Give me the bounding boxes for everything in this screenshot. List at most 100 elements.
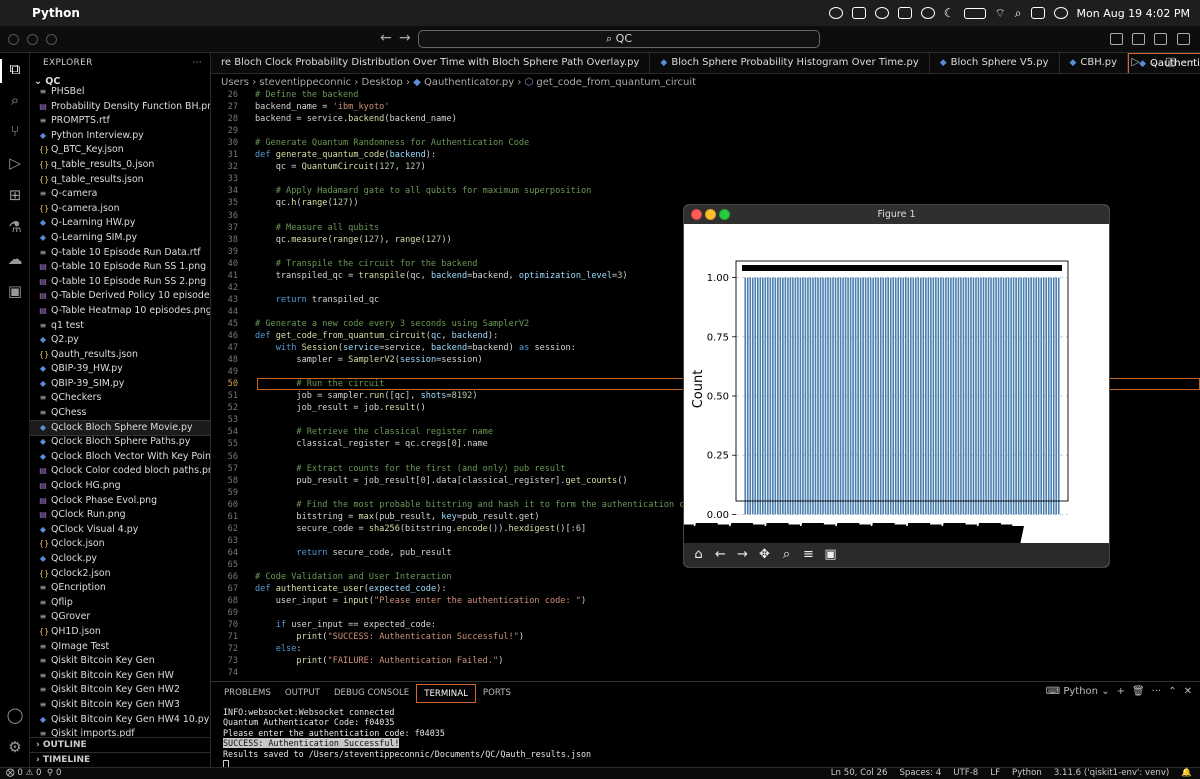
code-line[interactable]: # Run the circuit [255,379,384,389]
code-line[interactable]: sampler = SamplerV2(session=session) [255,355,482,365]
code-line[interactable]: secure_code = sha256(bitstring.encode())… [255,524,586,534]
file-item[interactable]: ≡ QImage Test [30,640,210,655]
toggle-secondary-sidebar-icon[interactable] [1154,33,1167,45]
code-line[interactable]: def get_code_from_quantum_circuit(qc, ba… [255,331,498,341]
outline-section[interactable]: › OUTLINE [30,737,210,752]
terminal-output[interactable]: INFO:websocket:Websocket connected Quantu… [223,707,591,770]
run-options-icon[interactable]: ⌄ [1148,55,1157,68]
file-item[interactable]: ▤ Qclock Color coded bloch paths.png [30,464,210,479]
end-of-line[interactable]: LF [990,768,1000,779]
code-line[interactable]: return secure_code, pub_result [255,548,451,558]
code-line[interactable]: # Transpile the circuit for the backend [255,259,478,269]
file-item[interactable]: ≡ PROMPTS.rtf [30,114,210,129]
code-line[interactable]: user_input = input("Please enter the aut… [255,596,587,606]
panel-tab[interactable]: PROBLEMS [217,684,278,703]
explorer-icon[interactable]: ⧉ [5,59,25,79]
more-icon[interactable]: ··· [1152,686,1162,697]
settings-gear-icon[interactable]: ⚙ [5,737,25,757]
code-line[interactable]: # Define the backend [255,90,358,100]
kill-terminal-icon[interactable]: 🗑 [1132,686,1145,697]
search-icon[interactable]: ⌕ [5,90,25,110]
zoom-window-button[interactable] [46,34,57,45]
cursor-position[interactable]: Ln 50, Col 26 [831,768,888,779]
code-line[interactable]: qc.h(range(127)) [255,198,359,208]
app-menu[interactable]: Python [32,6,80,20]
file-item[interactable]: ▤ Probability Density Function BH.png [30,100,210,115]
file-item[interactable]: {} q_table_results.json [30,173,210,188]
file-item[interactable]: ◆ Qiskit Bitcoin Key Gen HW4 10.py [30,713,210,728]
clock[interactable]: Mon Aug 19 4:02 PM [1077,7,1190,20]
crumb-users[interactable]: Users [221,77,249,88]
code-line[interactable]: backend = service.backend(backend_name) [255,114,457,124]
file-item[interactable]: ◆ Python Interview.py [30,129,210,144]
file-item[interactable]: ◆ Qclock.py [30,552,210,567]
wifi-icon[interactable]: ⌔ [995,6,1006,21]
file-item[interactable]: ≡ Qiskit Bitcoin Key Gen HW3 [30,698,210,713]
search-icon[interactable]: ⌕ [1015,6,1022,21]
language-mode[interactable]: Python [1012,768,1042,779]
pan-icon[interactable]: ✥ [755,546,774,564]
account-icon[interactable]: ◯ [5,705,25,725]
panel-tab[interactable]: OUTPUT [278,684,327,703]
figure-window[interactable]: Figure 1 0.00 0.25 0.50 0.75 1.00 Count ⌂ ← →… [683,204,1110,568]
editor-tab[interactable]: ◆ Bloch Sphere Probability Histogram Over… [650,53,930,73]
code-line[interactable]: transpiled_qc = transpile(qc, backend=ba… [255,271,628,281]
file-item[interactable]: ≡ Qiskit Bitcoin Key Gen [30,654,210,669]
panel-tab[interactable]: PORTS [476,684,518,703]
indentation[interactable]: Spaces: 4 [899,768,941,779]
split-editor-icon[interactable]: ◫ [1165,55,1175,68]
file-item[interactable]: ◆ QBIP-39_HW.py [30,362,210,377]
python-interpreter[interactable]: 3.11.6 ('qiskit1-env': venv) [1054,768,1169,779]
network-icon[interactable] [874,7,889,19]
code-line[interactable]: print("SUCCESS: Authentication Successfu… [255,632,524,642]
run-debug-icon[interactable]: ▷ [5,153,25,173]
file-item[interactable]: ◆ Qclock Bloch Vector With Key Points... [30,450,210,465]
close-panel-icon[interactable]: ✕ [1184,686,1192,697]
file-item[interactable]: ▤ Q-table 10 Episode Run SS 1.png [30,260,210,275]
code-line[interactable]: else: [255,644,302,654]
file-item[interactable]: {} Q-camera.json [30,202,210,217]
code-line[interactable]: classical_register = qc.cregs[0].name [255,439,487,449]
crumb-desktop[interactable]: Desktop [362,77,403,88]
more-actions-icon[interactable]: ··· [193,53,202,73]
file-item[interactable]: {} q_table_results_0.json [30,158,210,173]
forward-icon[interactable]: → [733,546,752,564]
moon-icon[interactable]: ☾ [944,6,955,20]
close-window-button[interactable] [8,34,19,45]
customize-layout-icon[interactable] [1177,33,1190,45]
file-item[interactable]: {} Q_BTC_Key.json [30,143,210,158]
code-line[interactable]: # Extract counts for the first (and only… [255,464,565,474]
editor-tab[interactable]: ◆ CBH.py [1060,53,1129,73]
file-item[interactable]: ▤ Q-Table Heatmap 10 episodes.png [30,304,210,319]
file-item[interactable]: ▤ Qclock HG.png [30,479,210,494]
file-item[interactable]: ◆ Qclock Bloch Sphere Paths.py [30,435,210,450]
back-icon[interactable]: ← [711,546,730,564]
terminal-shell[interactable]: ⌨ Python ⌄ [1046,686,1110,697]
file-item[interactable]: ◆ QBIP-39_SIM.py [30,377,210,392]
code-line[interactable]: # Measure all qubits [255,223,379,233]
configure-icon[interactable]: ≡ [799,546,818,564]
code-line[interactable]: if user_input == expected_code: [255,620,436,630]
editor-tab[interactable]: re Bloch Clock Probability Distribution … [211,53,651,73]
forward-arrow-icon[interactable]: → [399,30,411,46]
code-line[interactable]: backend_name = 'ibm_kyoto' [255,102,390,112]
panel-tab[interactable]: DEBUG CONSOLE [327,684,416,703]
remote-explorer-icon[interactable]: ▣ [5,281,25,301]
code-line[interactable]: print("FAILURE: Authentication Failed.") [255,656,503,666]
code-line[interactable]: qc = QuantumCircuit(127, 127) [255,162,426,172]
status-left[interactable]: ⨂ 0 ⚠ 0 ⚲ 0 [6,768,61,779]
encoding[interactable]: UTF-8 [953,768,978,779]
file-item[interactable]: {} Qclock2.json [30,567,210,582]
timeline-section[interactable]: › TIMELINE [30,752,210,767]
code-line[interactable]: pub_result = job_result[0].data[classica… [255,476,627,486]
maximize-panel-icon[interactable]: ⌃ [1168,686,1176,697]
home-icon[interactable]: ⌂ [689,546,708,564]
file-item[interactable]: ≡ QGrover [30,610,210,625]
file-item[interactable]: ≡ QChess [30,406,210,421]
edit-icon[interactable] [897,7,912,19]
code-line[interactable]: # Generate a new code every 3 seconds us… [255,319,529,329]
file-item[interactable]: ◆ Q-Learning HW.py [30,216,210,231]
docker-icon[interactable]: ☁ [5,249,25,269]
file-item[interactable]: ≡ Qiskit Bitcoin Key Gen HW2 [30,683,210,698]
code-line[interactable]: qc.measure(range(127), range(127)) [255,235,452,245]
